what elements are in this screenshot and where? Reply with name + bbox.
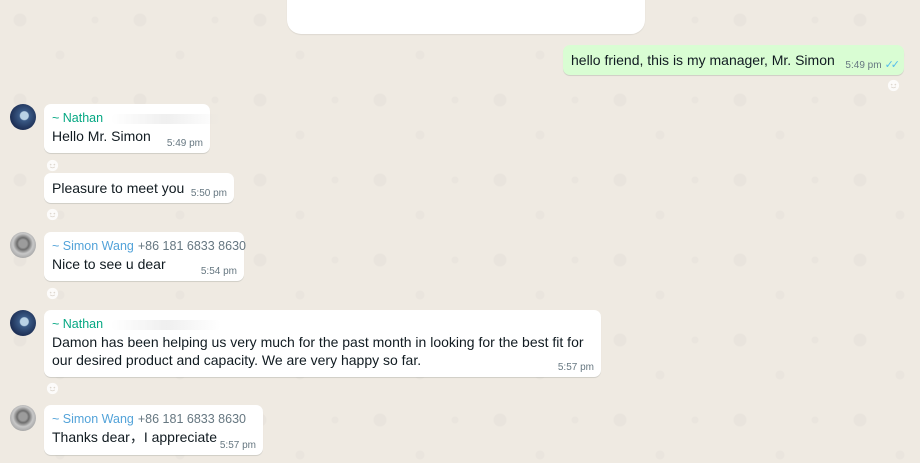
message-time: 5:49 pm (166, 138, 203, 149)
avatar[interactable] (10, 405, 36, 431)
smiley-icon[interactable] (886, 78, 900, 92)
message-text: Damon has been helping us very much for … (52, 334, 584, 368)
unknown-contact-banner (287, 0, 645, 34)
redacted-phone (111, 319, 222, 330)
smiley-icon[interactable] (45, 158, 59, 172)
message-time: 5:50 pm (190, 188, 227, 199)
avatar[interactable] (10, 310, 36, 336)
sender-phone: +86 181 6833 8630 (137, 239, 246, 253)
sender-name[interactable]: ~ Nathan (52, 317, 103, 331)
avatar[interactable] (10, 232, 36, 258)
message-incoming[interactable]: ~ Nathan Hello Mr. Simon 5:49 pm (44, 104, 222, 153)
sender-name[interactable]: ~ Simon Wang (52, 412, 134, 426)
redacted-phone (111, 113, 222, 124)
smiley-icon[interactable] (45, 286, 59, 300)
message-incoming[interactable]: Pleasure to meet you 5:50 pm (44, 173, 234, 203)
message-outgoing[interactable]: hello friend, this is my manager, Mr. Si… (563, 45, 904, 75)
message-incoming[interactable]: ~ Simon Wang +86 181 6833 8630 Thanks dea… (44, 405, 263, 455)
message-incoming[interactable]: ~ Nathan Damon has been helping us very … (44, 310, 601, 377)
message-time: 5:54 pm (200, 266, 237, 277)
smiley-icon[interactable] (45, 207, 59, 221)
message-time: 5:57 pm (557, 362, 594, 373)
message-time: 5:49 pm ✓✓ (845, 59, 901, 71)
message-incoming[interactable]: ~ Simon Wang +86 181 6833 8630 Nice to se… (44, 232, 246, 281)
sender-name[interactable]: ~ Simon Wang (52, 239, 134, 253)
sender-phone: +86 181 6833 8630 (137, 412, 246, 426)
avatar[interactable] (10, 104, 36, 130)
sender-name[interactable]: ~ Nathan (52, 111, 103, 125)
message-time: 5:57 pm (219, 440, 256, 451)
smiley-icon[interactable] (45, 381, 59, 395)
double-check-icon: ✓✓ (884, 59, 901, 71)
